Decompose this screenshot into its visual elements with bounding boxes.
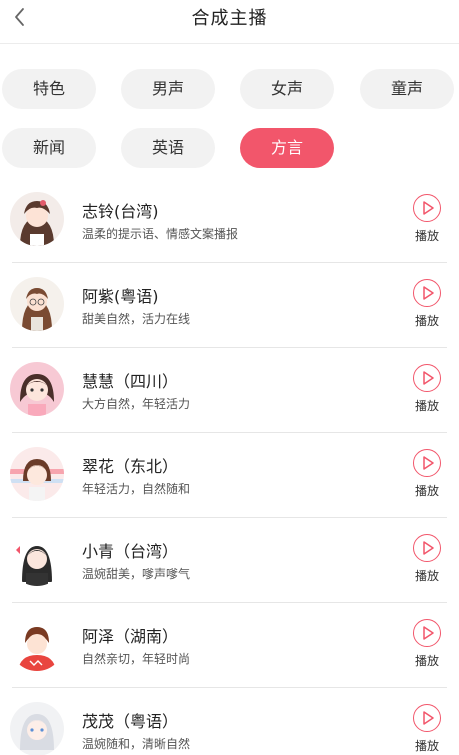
anchor-row[interactable]: 茂茂（粤语） 温婉随和，清晰自然 播放 — [0, 688, 459, 755]
play-button[interactable]: 播放 — [406, 279, 448, 333]
filter-chip-english[interactable]: 英语 — [121, 128, 215, 168]
avatar — [10, 277, 64, 331]
avatar — [10, 447, 64, 501]
avatar — [10, 702, 64, 755]
play-icon — [413, 279, 441, 307]
filter-chip-child[interactable]: 童声 — [360, 69, 454, 109]
anchor-description: 甜美自然，活力在线 — [82, 312, 191, 326]
anchor-name: 志铃(台湾) — [82, 202, 159, 221]
anchor-row[interactable]: 志铃(台湾) 温柔的提示语、情感文案播报 播放 — [0, 178, 459, 263]
anchor-row[interactable]: 小青（台湾） 温婉甜美，嗲声嗲气 播放 — [0, 518, 459, 603]
play-label: 播放 — [414, 569, 439, 583]
filter-chip-female[interactable]: 女声 — [240, 69, 334, 109]
anchor-description: 温婉甜美，嗲声嗲气 — [82, 567, 191, 581]
anchor-row[interactable]: 阿泽（湖南） 自然亲切，年轻时尚 播放 — [0, 603, 459, 688]
play-icon — [413, 364, 441, 392]
avatar — [10, 362, 64, 416]
anchor-description: 年轻活力，自然随和 — [82, 482, 191, 496]
play-button[interactable]: 播放 — [406, 534, 448, 588]
avatar — [10, 192, 64, 246]
play-button[interactable]: 播放 — [406, 364, 448, 418]
play-label: 播放 — [414, 739, 439, 753]
filter-chip-tese[interactable]: 特色 — [2, 69, 96, 109]
play-button[interactable]: 播放 — [406, 194, 448, 248]
anchor-name: 翠花（东北） — [82, 457, 179, 476]
anchor-description: 温婉随和，清晰自然 — [82, 737, 191, 751]
play-label: 播放 — [414, 654, 439, 668]
top-nav-bar: 合成主播 — [0, 0, 459, 44]
play-button[interactable]: 播放 — [406, 619, 448, 673]
play-icon — [413, 194, 441, 222]
play-label: 播放 — [414, 229, 439, 243]
play-icon — [413, 534, 441, 562]
play-button[interactable]: 播放 — [406, 704, 448, 755]
play-label: 播放 — [414, 399, 439, 413]
play-button[interactable]: 播放 — [406, 449, 448, 503]
play-label: 播放 — [414, 484, 439, 498]
anchor-name: 小青（台湾） — [82, 542, 179, 561]
play-label: 播放 — [414, 314, 439, 328]
filter-chip-dialect[interactable]: 方言 — [240, 128, 334, 168]
anchor-row[interactable]: 阿紫(粤语) 甜美自然，活力在线 播放 — [0, 263, 459, 348]
anchor-name: 茂茂（粤语） — [82, 712, 179, 731]
avatar — [10, 617, 64, 671]
anchor-row[interactable]: 慧慧（四川） 大方自然，年轻活力 播放 — [0, 348, 459, 433]
anchor-row[interactable]: 翠花（东北） 年轻活力，自然随和 播放 — [0, 433, 459, 518]
anchor-description: 自然亲切，年轻时尚 — [82, 652, 191, 666]
avatar — [10, 532, 64, 586]
anchor-name: 慧慧（四川） — [82, 372, 179, 391]
anchor-description: 大方自然，年轻活力 — [82, 397, 191, 411]
play-icon — [413, 619, 441, 647]
filter-chip-male[interactable]: 男声 — [121, 69, 215, 109]
anchor-name: 阿泽（湖南） — [82, 627, 179, 646]
anchor-name: 阿紫(粤语) — [82, 287, 159, 306]
play-icon — [413, 704, 441, 732]
filter-chip-news[interactable]: 新闻 — [2, 128, 96, 168]
play-icon — [413, 449, 441, 477]
anchor-description: 温柔的提示语、情感文案播报 — [82, 227, 239, 241]
page-title: 合成主播 — [191, 8, 268, 29]
